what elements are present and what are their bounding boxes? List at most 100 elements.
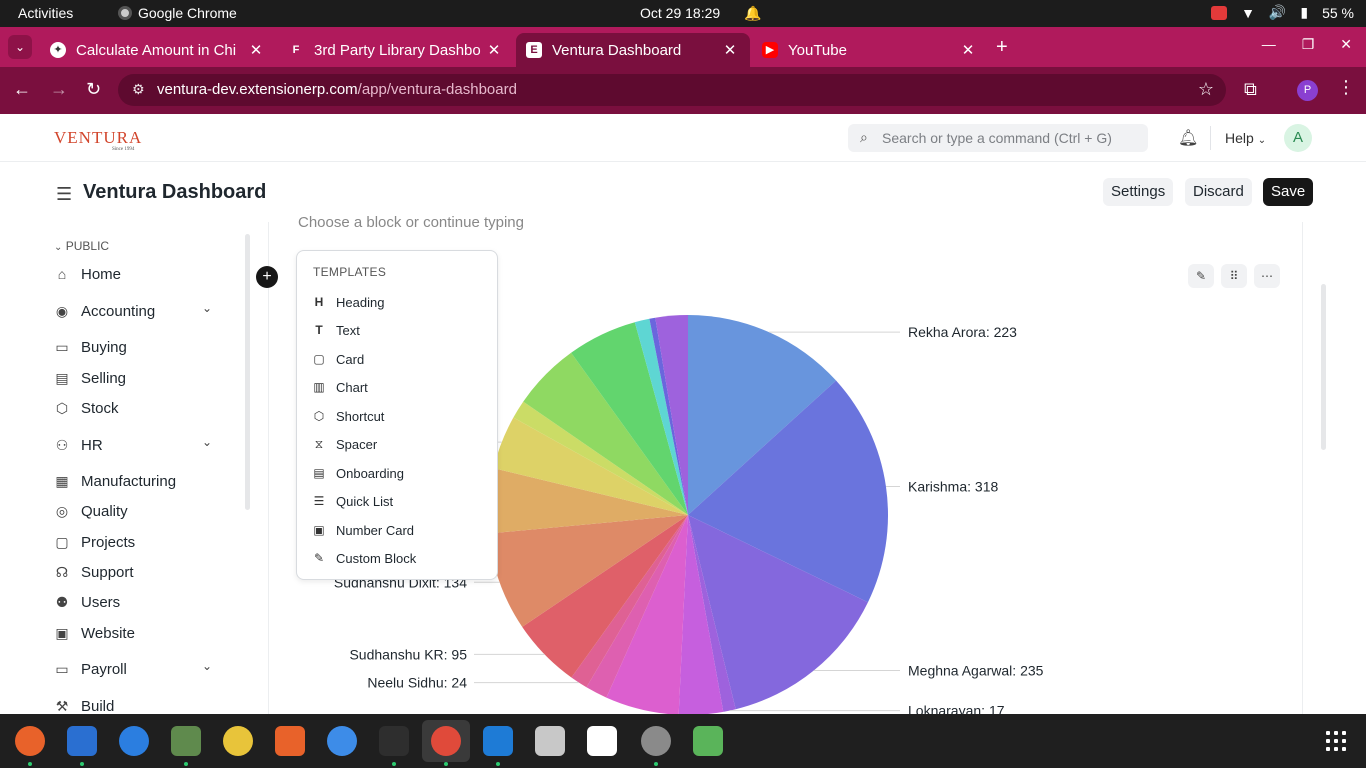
template-chart[interactable]: ▥ Chart [309,375,489,399]
browser-tab-1[interactable]: ✦ Calculate Amount in Chi ✕ [40,33,276,67]
profile-avatar[interactable]: P [1297,80,1318,101]
browser-toolbar: ← → ↻ ⚙ ventura-dev.extensionerp.com/app… [0,67,1366,114]
screenshot-icon[interactable] [535,726,565,756]
sidebar-item-build[interactable]: ⚒ Build [52,694,242,715]
template-custom-block[interactable]: ✎ Custom Block [309,546,489,570]
close-icon[interactable]: ✕ [246,41,266,59]
activities-button[interactable]: Activities [18,5,73,21]
tab-search-button[interactable]: ⌄ [8,35,32,59]
notification-bell-icon[interactable]: 🔔︎ [1178,128,1198,148]
url-text[interactable]: ventura-dev.extensionerp.com/app/ventura… [157,81,517,98]
minimize-icon[interactable]: — [1262,36,1276,53]
chevron-down-icon[interactable]: ⌄ [202,435,212,449]
running-indicator [28,762,32,766]
edit-pencil-icon[interactable]: ✎ [1188,264,1214,288]
close-window-icon[interactable]: ✕ [1340,36,1352,53]
sidebar-item-home[interactable]: ⌂ Home [52,262,242,286]
sidebar-toggle-icon[interactable]: ☰ [56,184,72,205]
add-block-plus-icon[interactable]: + [256,266,278,288]
template-heading[interactable]: H Heading [309,290,489,314]
chevron-down-icon[interactable]: ⌄ [202,659,212,673]
sidebar-item-support[interactable]: ☊ Support [52,560,242,584]
writer-icon[interactable] [67,726,97,756]
template-shortcut[interactable]: ⬡ Shortcut [309,404,489,428]
sidebar-item-selling[interactable]: ▤ Selling [52,366,242,390]
rhythmbox-icon[interactable] [223,726,253,756]
files-icon[interactable] [171,726,201,756]
sidebar-item-manufacturing[interactable]: ▦ Manufacturing [52,469,242,493]
template-text[interactable]: T Text [309,318,489,342]
system-tray[interactable]: ▼ 🔊 ▮ 55 % [1211,4,1354,21]
settings-button[interactable]: Settings [1103,178,1174,206]
manufacturing-icon: ▦ [55,472,69,489]
close-icon[interactable]: ✕ [720,41,740,59]
template-card[interactable]: ▢ Card [309,347,489,371]
sidebar-item-users[interactable]: ⚉ Users [52,590,242,614]
app-center-icon[interactable] [275,726,305,756]
running-indicator [444,762,448,766]
site-info-icon[interactable]: ⚙ [132,81,145,98]
sidebar-item-label: Users [81,593,121,611]
sidebar-item-label: Home [81,265,122,283]
back-arrow-icon[interactable]: ← [13,79,31,100]
browser-menu-icon[interactable]: ⋮ [1337,77,1355,98]
pie-label: Meghna Agarwal: 235 [908,662,1044,678]
sidebar-item-stock[interactable]: ⬡ Stock [52,396,242,420]
template-quick-list[interactable]: ☰ Quick List [309,489,489,513]
more-options-icon[interactable]: ⋯ [1254,264,1280,288]
website-icon: ▣ [55,624,69,641]
forward-arrow-icon[interactable]: → [50,79,68,100]
anydesk-icon [1211,5,1228,20]
settings-icon[interactable] [641,726,671,756]
terminal-icon[interactable] [379,726,409,756]
chrome-icon[interactable] [431,726,461,756]
trash-icon[interactable] [693,726,723,756]
sidebar-item-accounting[interactable]: ◉ Accounting ⌄ [52,299,242,323]
erpnext-icon: E [526,42,542,58]
chevron-down-icon[interactable]: ⌄ [202,301,212,315]
browser-tab-4[interactable]: ▶ YouTube ✕ [752,33,988,67]
clock[interactable]: Oct 29 18:29 [640,5,720,21]
url-host: ventura-dev.extensionerp.com [157,81,358,98]
template-spacer[interactable]: ⧖ Spacer [309,432,489,456]
sidebar-item-projects[interactable]: ▢ Projects [52,530,242,554]
page-scrollbar[interactable] [1321,284,1326,450]
sidebar-item-payroll[interactable]: ▭ Payroll ⌄ [52,657,242,681]
sidebar-section-public[interactable]: ⌄ PUBLIC [54,239,109,253]
stock-icon: ⬡ [55,399,69,416]
app-menu[interactable]: Google Chrome [118,5,237,21]
notion-icon[interactable] [587,726,617,756]
firefox-icon[interactable] [15,726,45,756]
drag-handle-icon[interactable]: ⠿ [1221,264,1247,288]
save-button[interactable]: Save [1263,178,1314,206]
address-bar[interactable]: ⚙ ventura-dev.extensionerp.com/app/ventu… [118,74,1226,106]
vscode-icon[interactable] [483,726,513,756]
template-label: Text [336,322,360,338]
discard-button[interactable]: Discard [1185,178,1252,206]
close-icon[interactable]: ✕ [484,41,504,59]
extensions-puzzle-icon[interactable]: ⧉ [1244,79,1257,100]
search-input[interactable] [882,128,1132,148]
template-number-card[interactable]: ▣ Number Card [309,518,489,542]
awesome-bar[interactable]: ⌕ [848,124,1148,152]
sidebar-item-website[interactable]: ▣ Website [52,621,242,645]
browser-tab-2[interactable]: F 3rd Party Library Dashbo ✕ [278,33,514,67]
bookmark-star-icon[interactable]: ☆ [1198,79,1214,100]
show-apps-grid-icon[interactable] [1326,731,1346,751]
help-icon[interactable] [327,726,357,756]
browser-tab-3[interactable]: E Ventura Dashboard ✕ [516,33,750,67]
pie-label: Karishma: 318 [908,479,998,495]
template-onboarding[interactable]: ▤ Onboarding [309,461,489,485]
user-avatar[interactable]: A [1284,124,1312,152]
sidebar-item-buying[interactable]: ▭ Buying [52,335,242,359]
maximize-icon[interactable]: ❐ [1302,36,1315,53]
thunderbird-icon[interactable] [119,726,149,756]
sidebar-item-hr[interactable]: ⚇ HR ⌄ [52,433,242,457]
sidebar-item-quality[interactable]: ◎ Quality [52,499,242,523]
new-tab-plus-icon[interactable]: + [996,36,1008,59]
ventura-logo[interactable]: VENTURA Since 1994 [54,128,142,152]
help-dropdown[interactable]: Help ⌄ [1225,130,1266,146]
close-icon[interactable]: ✕ [958,41,978,59]
sidebar-scrollbar[interactable] [245,234,250,510]
reload-icon[interactable]: ↻ [86,79,101,100]
